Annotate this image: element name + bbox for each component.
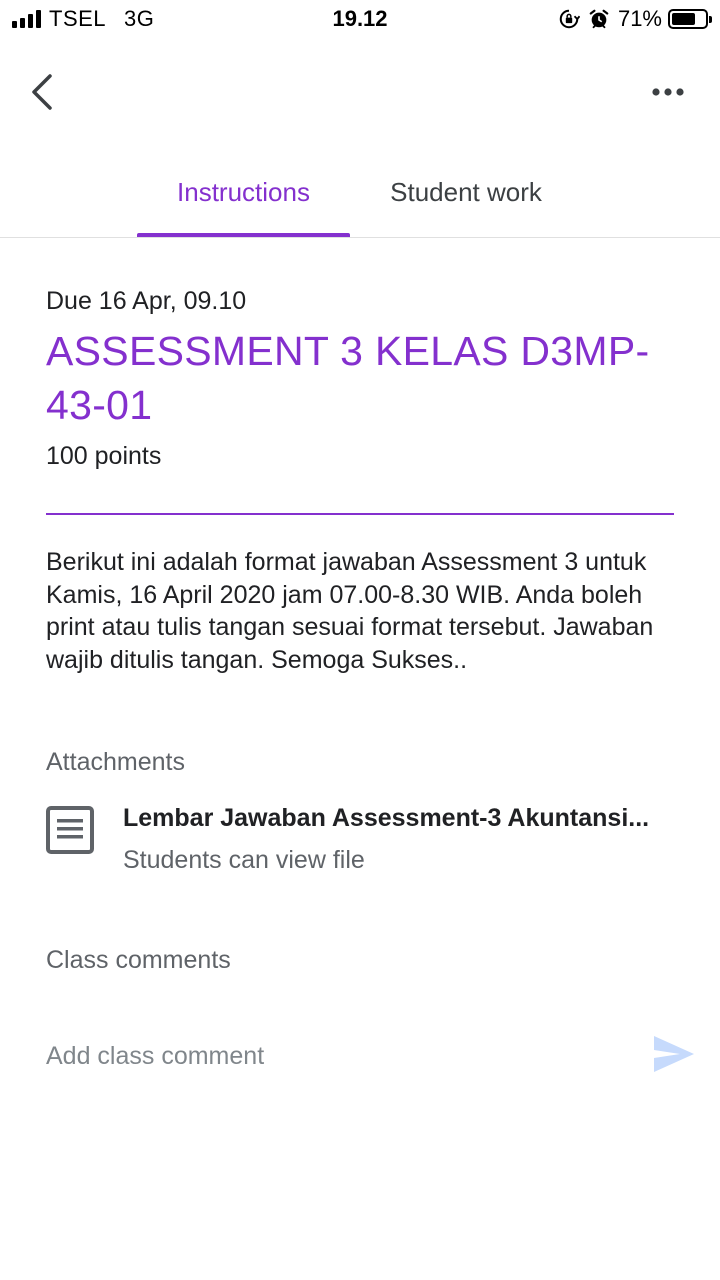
send-icon xyxy=(654,1036,694,1072)
due-date: Due 16 Apr, 09.10 xyxy=(46,287,247,315)
add-class-comment-input[interactable] xyxy=(46,1036,626,1076)
more-options-button[interactable] xyxy=(648,76,688,108)
chevron-left-icon xyxy=(32,74,52,110)
tab-instructions[interactable]: Instructions xyxy=(137,160,350,237)
battery-icon xyxy=(668,9,712,29)
back-button[interactable] xyxy=(24,68,64,116)
alarm-icon xyxy=(589,9,609,29)
status-bar: TSEL 3G 19.12 71% xyxy=(0,0,720,40)
assignment-description: Berikut ini adalah format jawaban Assess… xyxy=(46,548,654,674)
title-divider xyxy=(46,513,674,515)
attachment-item[interactable]: Lembar Jawaban Assessment-3 Akuntansi...… xyxy=(46,800,686,880)
tab-student-work[interactable]: Student work xyxy=(368,160,564,237)
tab-student-work-label: Student work xyxy=(390,177,542,207)
assignment-details: Due 16 Apr, 09.10 ASSESSMENT 3 KELAS D3M… xyxy=(46,282,674,676)
active-tab-indicator xyxy=(137,233,350,237)
status-bar-right: 71% xyxy=(558,6,712,32)
attachment-subtitle: Students can view file xyxy=(123,846,365,874)
assignment-points: 100 points xyxy=(46,442,162,470)
attachments-heading: Attachments xyxy=(46,748,185,776)
tab-bar: Instructions Student work xyxy=(0,160,720,238)
attachment-title: Lembar Jawaban Assessment-3 Akuntansi... xyxy=(123,804,650,832)
class-comments-heading: Class comments xyxy=(46,946,231,974)
battery-fill xyxy=(672,13,695,25)
assignment-title: ASSESSMENT 3 KELAS D3MP-43-01 xyxy=(46,328,650,428)
more-horizontal-icon xyxy=(652,88,684,96)
battery-percent: 71% xyxy=(617,6,662,31)
orientation-lock-icon xyxy=(559,9,580,29)
document-icon xyxy=(46,806,94,854)
send-comment-button[interactable] xyxy=(652,1034,696,1074)
tab-instructions-label: Instructions xyxy=(177,177,310,207)
